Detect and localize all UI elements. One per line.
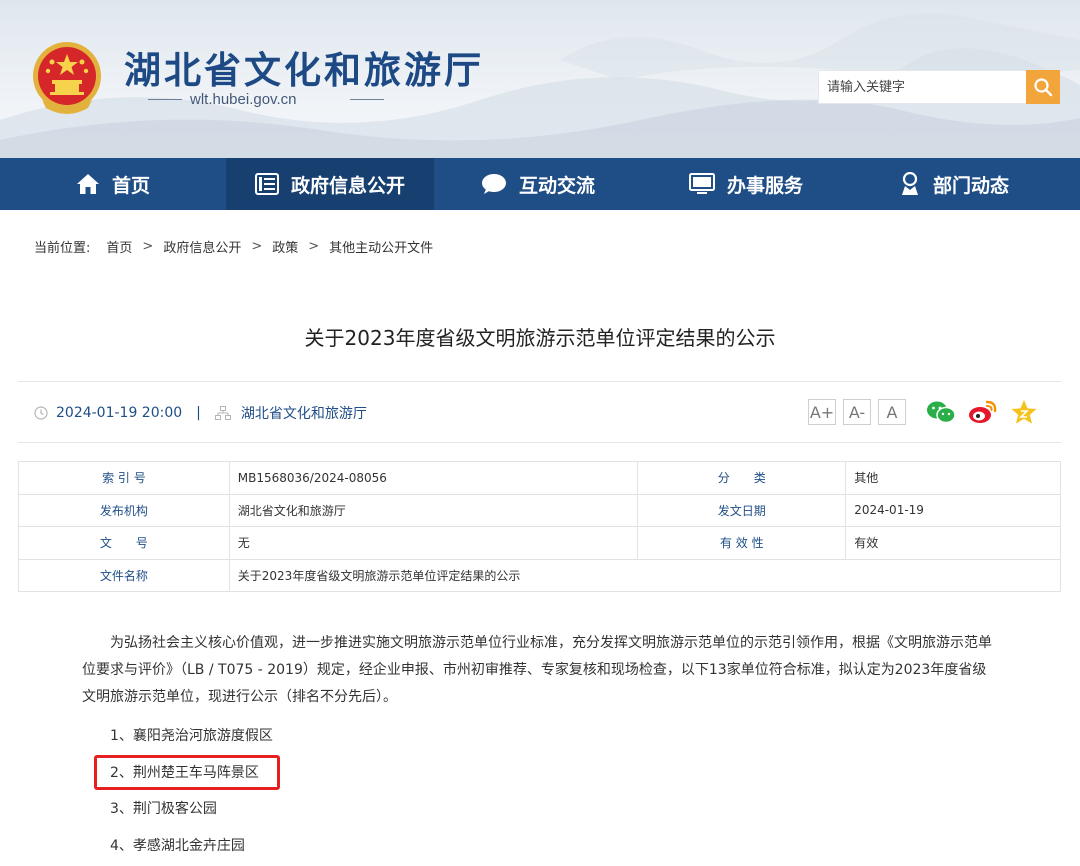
document-list-icon bbox=[254, 173, 279, 195]
table-value: 其他 bbox=[845, 461, 1061, 495]
search-input[interactable] bbox=[819, 71, 1026, 103]
nav-item-gov-info[interactable]: 政府信息公开 bbox=[226, 158, 434, 210]
breadcrumb-item-home[interactable]: 首页 bbox=[106, 237, 132, 256]
list-item: 4、孝感湖北金卉庄园 bbox=[110, 838, 245, 854]
breadcrumb-separator: > bbox=[251, 239, 263, 254]
main-nav: 首页 政府信息公开 互动交流 办事服务 部门动态 bbox=[0, 158, 1080, 210]
search-icon bbox=[1034, 78, 1053, 97]
share-buttons bbox=[926, 399, 1038, 425]
search-box bbox=[818, 70, 1026, 104]
highlight-box bbox=[94, 755, 280, 790]
wechat-icon[interactable] bbox=[926, 400, 956, 424]
nav-label: 互动交流 bbox=[518, 174, 595, 197]
table-row: 文件名称 关于2023年度省级文明旅游示范单位评定结果的公示 bbox=[18, 558, 1062, 592]
font-size-controls: A+ A- A bbox=[808, 399, 906, 425]
breadcrumb: 当前位置: 首页 > 政府信息公开 > 政策 > 其他主动公开文件 bbox=[34, 237, 433, 256]
document-info-table: 索 引 号 MB1568036/2024-08056 分 类 其他 发布机构 湖… bbox=[18, 461, 1062, 592]
home-icon bbox=[76, 173, 100, 195]
breadcrumb-lead: 当前位置: bbox=[34, 241, 91, 256]
domain-dash-right bbox=[350, 99, 384, 100]
table-key: 发文日期 bbox=[637, 493, 847, 527]
person-badge-icon bbox=[899, 172, 921, 196]
org-chart-icon bbox=[214, 406, 231, 420]
table-row: 发布机构 湖北省文化和旅游厅 发文日期 2024-01-19 bbox=[18, 493, 1061, 527]
weibo-icon[interactable] bbox=[968, 399, 998, 425]
nav-item-interaction[interactable]: 互动交流 bbox=[434, 158, 642, 210]
breadcrumb-separator: > bbox=[308, 239, 320, 254]
meta-divider: | bbox=[196, 405, 201, 421]
table-value: 湖北省文化和旅游厅 bbox=[228, 493, 639, 527]
table-value: MB1568036/2024-08056 bbox=[228, 461, 639, 495]
domain-dash-left bbox=[148, 99, 182, 100]
clock-icon bbox=[34, 406, 48, 420]
nav-label: 首页 bbox=[111, 174, 150, 197]
favorite-star-icon[interactable] bbox=[1010, 399, 1038, 425]
publish-datetime: 2024-01-19 20:00 bbox=[56, 405, 183, 421]
table-key: 文件名称 bbox=[18, 558, 230, 592]
article-body-paragraph: 为弘扬社会主义核心价值观，进一步推进实施文明旅游示范单位行业标准，充分发挥文明旅… bbox=[82, 635, 992, 705]
breadcrumb-item-gov-info[interactable]: 政府信息公开 bbox=[163, 237, 241, 256]
table-value: 2024-01-19 bbox=[845, 493, 1061, 527]
table-value: 关于2023年度省级文明旅游示范单位评定结果的公示 bbox=[228, 558, 1062, 592]
table-row: 文 号 无 有 效 性 有效 bbox=[18, 526, 1061, 560]
article-title: 关于2023年度省级文明旅游示范单位评定结果的公示 bbox=[304, 326, 776, 350]
breadcrumb-separator: > bbox=[142, 239, 154, 254]
article-source[interactable]: 湖北省文化和旅游厅 bbox=[241, 403, 367, 423]
font-decrease-button[interactable]: A- bbox=[843, 399, 871, 425]
table-key: 索 引 号 bbox=[18, 461, 230, 495]
table-value: 无 bbox=[228, 526, 639, 560]
nav-label: 办事服务 bbox=[726, 174, 803, 197]
table-key: 分 类 bbox=[637, 461, 847, 495]
breadcrumb-item-other-files[interactable]: 其他主动公开文件 bbox=[329, 237, 433, 256]
table-row: 索 引 号 MB1568036/2024-08056 分 类 其他 bbox=[18, 461, 1061, 495]
breadcrumb-item-policy[interactable]: 政策 bbox=[272, 237, 298, 256]
nav-label: 政府信息公开 bbox=[290, 174, 405, 197]
list-item: 1、襄阳尧治河旅游度假区 bbox=[110, 728, 273, 744]
table-key: 有 效 性 bbox=[637, 526, 847, 560]
search-button[interactable] bbox=[1026, 70, 1060, 104]
site-domain: wlt.hubei.gov.cn bbox=[190, 91, 297, 108]
article-meta: 2024-01-19 20:00 | 湖北省文化和旅游厅 bbox=[34, 403, 367, 423]
monitor-icon bbox=[688, 173, 715, 195]
article-meta-bar: 2024-01-19 20:00 | 湖北省文化和旅游厅 A+ A- A bbox=[18, 381, 1061, 443]
table-value: 有效 bbox=[845, 526, 1061, 560]
table-key: 文 号 bbox=[18, 526, 230, 560]
nav-label: 部门动态 bbox=[932, 174, 1009, 197]
font-reset-button[interactable]: A bbox=[878, 399, 906, 425]
nav-item-services[interactable]: 办事服务 bbox=[642, 158, 850, 210]
nav-item-home[interactable]: 首页 bbox=[0, 158, 226, 210]
nav-item-dept-news[interactable]: 部门动态 bbox=[850, 158, 1058, 210]
list-item: 3、荆门极客公园 bbox=[110, 801, 217, 817]
site-header: 湖北省文化和旅游厅 wlt.hubei.gov.cn bbox=[0, 0, 1080, 158]
font-increase-button[interactable]: A+ bbox=[808, 399, 836, 425]
chat-bubble-icon bbox=[481, 173, 507, 195]
national-emblem-icon bbox=[33, 42, 101, 114]
table-key: 发布机构 bbox=[18, 493, 230, 527]
site-title[interactable]: 湖北省文化和旅游厅 bbox=[124, 40, 484, 94]
